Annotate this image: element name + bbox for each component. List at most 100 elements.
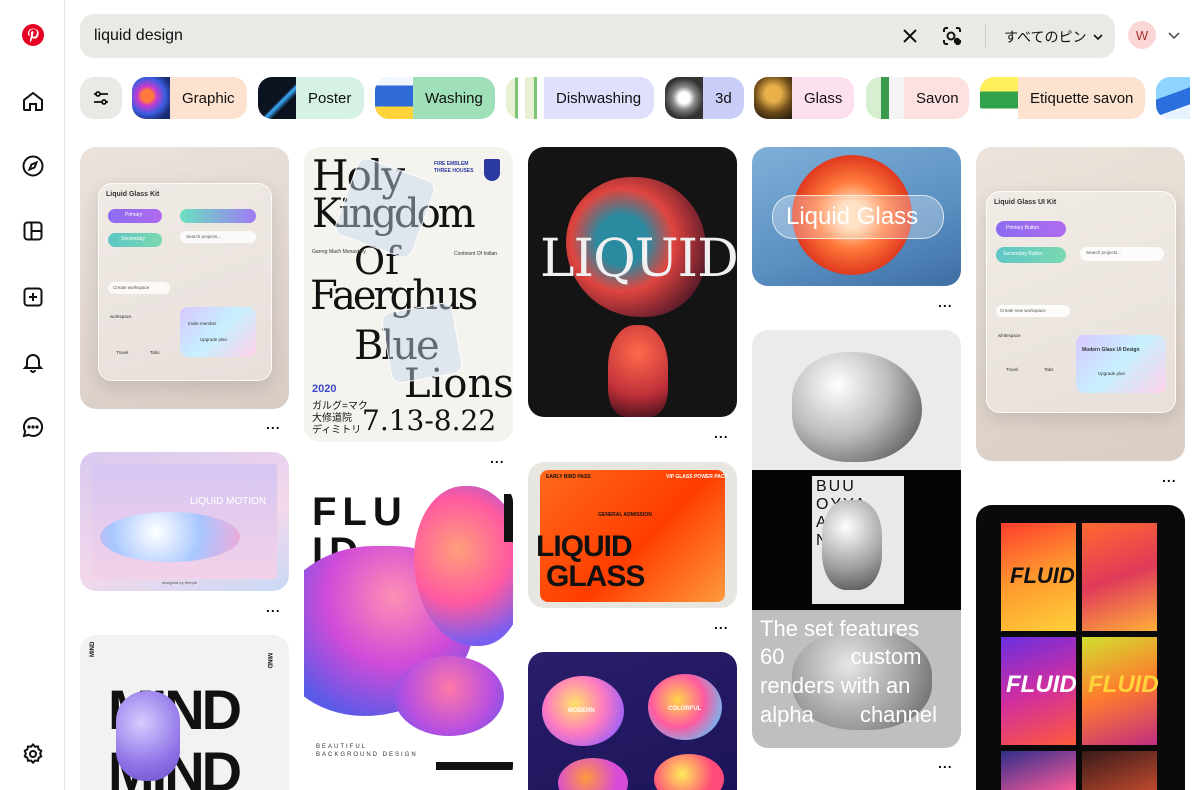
- chip-label: Glass: [804, 89, 843, 107]
- pin-bubbles[interactable]: BUU OYYA ANN NNY Y The set features 60 c…: [752, 330, 961, 748]
- kit-title: Liquid Glass Kit: [106, 191, 160, 198]
- chip-thumbnail: [258, 77, 296, 119]
- chip-partial[interactable]: [1156, 77, 1190, 119]
- tabs-label: Tabs: [150, 350, 160, 355]
- settings-icon[interactable]: [16, 737, 50, 771]
- bubbles-text1: The set features: [760, 616, 919, 641]
- black-bar: [504, 494, 513, 542]
- notifications-icon[interactable]: [16, 345, 50, 379]
- search-field: Search projects...: [1080, 247, 1164, 261]
- pin-liquid-glass-ui-kit[interactable]: Liquid Glass UI Kit Primary Button Secon…: [976, 147, 1185, 461]
- orange-line2: GLASS: [546, 560, 645, 593]
- chip-poster[interactable]: Poster: [258, 77, 364, 119]
- chip-graphic[interactable]: Graphic: [132, 77, 247, 119]
- chrome-bubbles: [792, 352, 922, 462]
- pin-more-button[interactable]: ...: [490, 450, 505, 466]
- poster-tile-6: [1082, 751, 1157, 790]
- chip-glass[interactable]: Glass: [754, 77, 854, 119]
- filter-sliders-button[interactable]: [80, 77, 122, 119]
- avatar[interactable]: W: [1128, 21, 1156, 49]
- pin-liquid-glass-flower[interactable]: Liquid Glass: [752, 147, 961, 286]
- gradient-pill: [180, 209, 256, 223]
- pin-fluid-posters[interactable]: FLUID FLUID FLUID: [976, 505, 1185, 790]
- chip-etiquette-savon[interactable]: Etiquette savon: [980, 77, 1145, 119]
- fluid-line1: FLU: [312, 490, 408, 534]
- create-field: Create new workspace: [996, 305, 1070, 317]
- fluid-word-2: FLUID: [1006, 671, 1077, 698]
- pin-liquid-motion[interactable]: LIQUID MOTION designed by freepik: [80, 452, 289, 591]
- pin-liquid-dark[interactable]: LIQUID: [528, 147, 737, 417]
- search-bar[interactable]: liquid design すべてのピン: [80, 14, 1115, 58]
- liquid-dark-word: LIQUID: [540, 229, 737, 289]
- poster-tile-5: [1001, 751, 1076, 790]
- visual-search-icon[interactable]: [938, 22, 966, 50]
- pin-modern-blobs[interactable]: MODERN COLORFUL: [528, 652, 737, 790]
- primary-pill: Primary Button: [996, 221, 1066, 237]
- chip-thumbnail: [665, 77, 703, 119]
- account-chevron-down-icon[interactable]: [1166, 27, 1182, 43]
- pin-more-button[interactable]: ...: [266, 416, 281, 432]
- bg-text2: BACKGROUND DESIGN: [316, 752, 418, 758]
- glass-flower-word: Liquid Glass: [786, 203, 919, 230]
- tag-early: EARLY BIRD PASS: [546, 474, 591, 480]
- messages-icon[interactable]: [16, 410, 50, 444]
- pin-holy-kingdom[interactable]: Holy Kingdom Of Faerghus Blue Lions FIRE…: [304, 147, 513, 442]
- pin-liquid-glass-kit[interactable]: Liquid Glass Kit Primary Secondary Searc…: [80, 147, 289, 409]
- sliders-icon: [94, 91, 108, 105]
- explore-icon[interactable]: [16, 149, 50, 183]
- home-icon[interactable]: [16, 84, 50, 118]
- pin-more-button[interactable]: ...: [1162, 469, 1177, 485]
- chip-savon[interactable]: Savon: [866, 77, 969, 119]
- side-text-2: THREE HOUSES: [434, 168, 474, 174]
- gradient-card: Modern Glass UI Design Upgrade plan: [1076, 335, 1166, 393]
- chip-thumbnail: [132, 77, 170, 119]
- search-input[interactable]: liquid design: [94, 27, 183, 45]
- mind-side-right: MIND: [266, 653, 272, 669]
- pin-more-button[interactable]: ...: [714, 616, 729, 632]
- chevron-down-icon: [1093, 34, 1104, 41]
- clear-search-icon[interactable]: [898, 24, 922, 48]
- bottom-bar: [436, 762, 513, 770]
- tag-vip: VIP GLASS POWER PACK: [666, 474, 729, 480]
- fluid-word-1: FLUID: [1010, 563, 1075, 588]
- boards-icon[interactable]: [16, 214, 50, 248]
- chip-thumbnail: [1156, 77, 1190, 119]
- year-text: 2020: [312, 383, 337, 395]
- chip-dishwashing[interactable]: Dishwashing: [506, 77, 654, 119]
- chrome-blob: [822, 500, 882, 590]
- chip-thumbnail: [375, 77, 413, 119]
- pin-more-button[interactable]: ...: [938, 294, 953, 310]
- motion-credit: designed by freepik: [162, 580, 197, 585]
- chip-3d[interactable]: 3d: [665, 77, 744, 119]
- bg-text1: BEAUTIFUL: [316, 744, 368, 750]
- travel-label: Travel: [1006, 367, 1019, 372]
- pin-mind[interactable]: MIND MIND MIND MIND: [80, 635, 289, 790]
- chip-thumbnail: [980, 77, 1018, 119]
- monastery-text: Garreg Mach Monastery: [312, 249, 366, 255]
- pin-more-button[interactable]: ...: [938, 755, 953, 771]
- secondary-pill: Secondary: [108, 233, 162, 247]
- pin-more-button[interactable]: ...: [266, 599, 281, 615]
- secondary-pill: Secondary Button: [996, 247, 1066, 263]
- chip-label: Graphic: [182, 89, 235, 107]
- search-field: Search projects...: [180, 231, 256, 243]
- travel-label: Travel: [116, 350, 129, 355]
- pin-liquid-glass-orange[interactable]: LIQUID GLASS EARLY BIRD PASS VIP GLASS P…: [528, 462, 737, 608]
- fluid-word-3: FLUID: [1088, 671, 1159, 698]
- tabs-label: Tabs: [1044, 367, 1054, 372]
- pinterest-logo-icon[interactable]: [16, 18, 50, 52]
- orange-line1: LIQUID: [536, 530, 633, 563]
- side-text-1: FIRE EMBLEM: [434, 161, 469, 167]
- pin-fluid[interactable]: FLU ID. BEAUTIFUL BACKGROUND DESIGN: [304, 486, 513, 782]
- continent-text: Continent Of Indian: [454, 251, 498, 257]
- pin-more-button[interactable]: ...: [714, 425, 729, 441]
- dates-text: 7.13-8.22: [362, 404, 497, 437]
- motion-title: LIQUID MOTION: [190, 496, 267, 507]
- chip-washing[interactable]: Washing: [375, 77, 495, 119]
- create-icon[interactable]: [16, 280, 50, 314]
- blob-3: [558, 758, 628, 790]
- pin-filter-dropdown[interactable]: すべてのピン: [1004, 26, 1104, 48]
- chip-thumbnail: [506, 77, 544, 119]
- bubbles-text3: renders with an: [760, 673, 911, 698]
- sidebar: [0, 0, 65, 790]
